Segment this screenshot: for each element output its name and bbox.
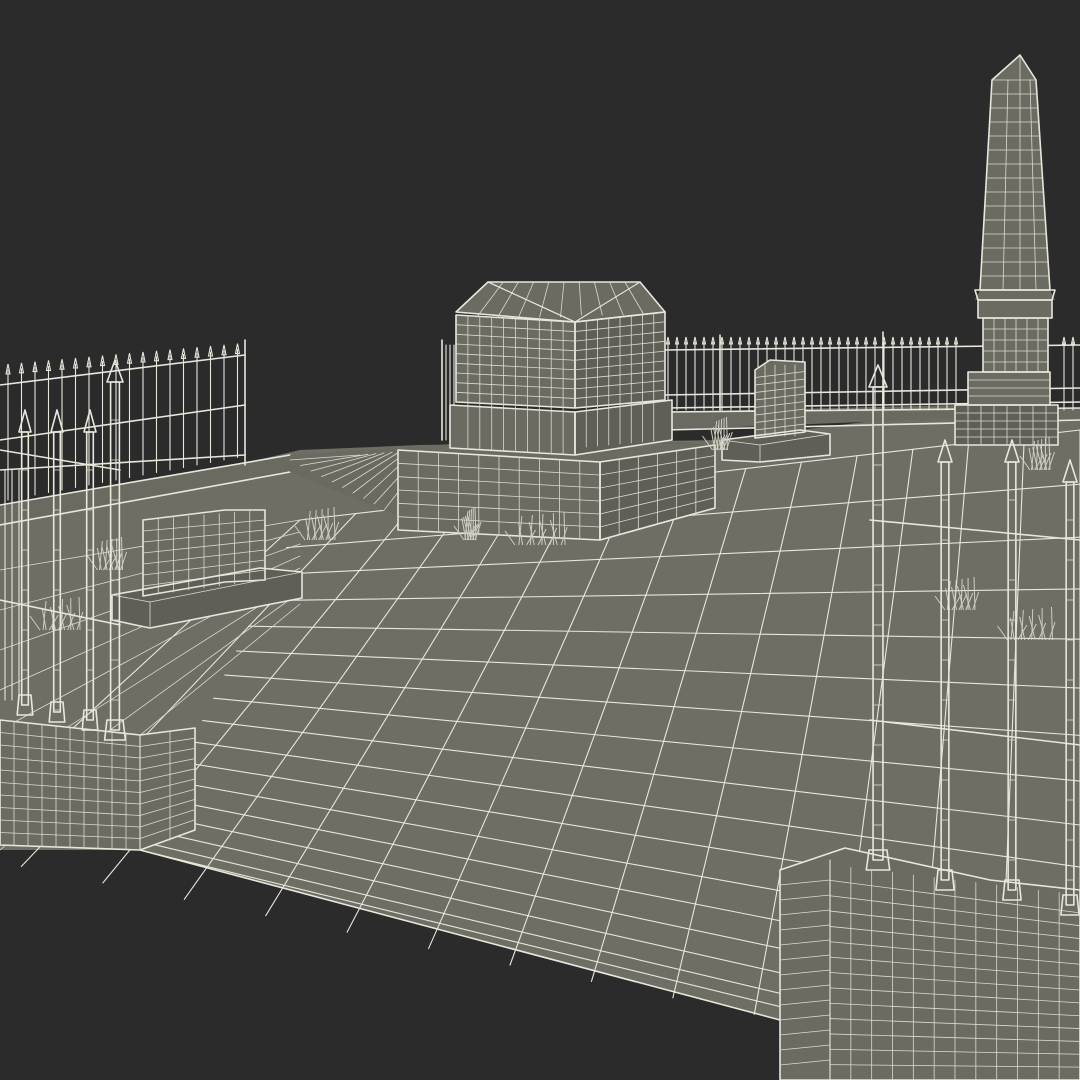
spike-tip <box>83 409 97 433</box>
wireframe-viewport <box>0 0 1080 1080</box>
gate-post-left <box>0 719 196 851</box>
spike-tip <box>50 409 64 433</box>
fence-rail <box>0 454 246 471</box>
obelisk <box>954 54 1059 446</box>
spike-tip <box>18 409 32 433</box>
fence-rail <box>0 404 246 441</box>
cemetery-wireframe-scene <box>0 54 1080 1080</box>
